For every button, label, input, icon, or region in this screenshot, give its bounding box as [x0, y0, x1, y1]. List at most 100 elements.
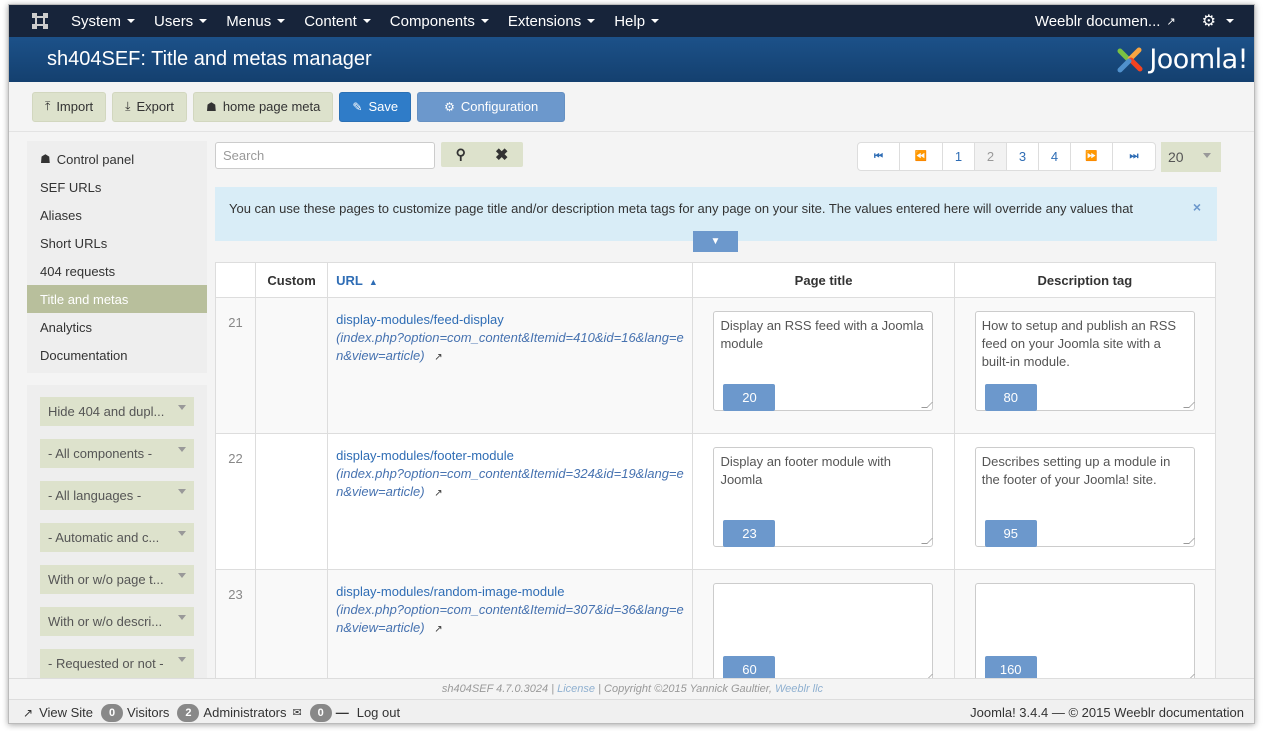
- visitors-count-badge: 0: [101, 703, 124, 722]
- resize-handle[interactable]: [921, 402, 934, 408]
- dropdown-arrow-icon: [178, 573, 186, 578]
- list-limit-select[interactable]: 20: [1161, 142, 1221, 172]
- top-navbar: System Users Menus Content Components Ex…: [9, 5, 1254, 37]
- menu-content[interactable]: Content: [304, 13, 371, 30]
- page-3-button[interactable]: 3: [1007, 143, 1039, 170]
- search-icon[interactable]: ⚲: [456, 146, 466, 163]
- header-url[interactable]: URL ▲: [327, 262, 694, 298]
- row-number: 21: [214, 297, 257, 434]
- menu-help[interactable]: Help: [614, 13, 660, 30]
- filter-components-select[interactable]: - All components -: [40, 439, 194, 468]
- external-link-icon: ↗: [1166, 15, 1176, 28]
- admins-label: Administrators: [203, 705, 287, 720]
- first-page-button[interactable]: ⏮: [858, 143, 900, 170]
- search-bar: Search ⚲ ✖ ⏮ ⏪ 1 2 3 4 ⏩ ⏭ 20: [215, 141, 1221, 172]
- resize-handle[interactable]: [1182, 538, 1195, 544]
- row-url: display-modules/footer-module (index.php…: [327, 433, 694, 570]
- page-2-button[interactable]: 2: [975, 143, 1007, 170]
- previous-page-button[interactable]: ⏪: [900, 143, 943, 170]
- view-site-link[interactable]: ↗ View Site: [23, 705, 93, 720]
- resize-handle[interactable]: [1182, 402, 1195, 408]
- page-1-button[interactable]: 1: [943, 143, 975, 170]
- joomla-logo-icon[interactable]: [31, 12, 49, 30]
- next-page-icon: ⏩: [1085, 151, 1098, 162]
- logout-link[interactable]: — Log out: [336, 705, 400, 720]
- search-input[interactable]: Search: [215, 142, 435, 169]
- page-4-button[interactable]: 4: [1039, 143, 1071, 170]
- messages-count-badge[interactable]: 0: [309, 703, 332, 722]
- non-sef-url: (index.php?option=com_content&Itemid=307…: [336, 602, 684, 635]
- sef-url-link[interactable]: display-modules/feed-display: [336, 311, 684, 329]
- external-link-icon[interactable]: ↗: [434, 488, 442, 499]
- description-textarea[interactable]: How to setup and publish an RSS feed on …: [974, 311, 1195, 411]
- page-header: sh404SEF: Title and metas manager Joomla…: [9, 37, 1254, 82]
- char-count-badge: 20: [723, 384, 776, 411]
- page-title-textarea[interactable]: Display an footer module with Joomla 23: [713, 447, 934, 547]
- joomla-brand-logo: Joomla!: [1115, 44, 1248, 75]
- save-button[interactable]: ✎ Save: [339, 91, 412, 122]
- caret-down-icon: [127, 19, 136, 23]
- clear-search-icon[interactable]: ✖: [495, 145, 508, 165]
- sidebar-item-404-requests[interactable]: 404 requests: [27, 257, 207, 285]
- filter-requested-select[interactable]: - Requested or not -: [40, 649, 194, 678]
- gear-icon: ⚙: [444, 99, 455, 114]
- sidebar-item-aliases[interactable]: Aliases: [27, 201, 207, 229]
- menu-users[interactable]: Users: [154, 13, 208, 30]
- export-button[interactable]: ⤓ Export: [112, 91, 188, 122]
- sef-url-link[interactable]: display-modules/footer-module: [336, 447, 684, 465]
- menu-menus[interactable]: Menus: [226, 13, 286, 30]
- filter-duplicates-select[interactable]: Hide 404 and dupl...: [40, 397, 194, 426]
- filter-url-type-select[interactable]: - Automatic and c...: [40, 523, 194, 552]
- settings-menu[interactable]: ⚙: [1202, 11, 1234, 31]
- menu-system[interactable]: System: [71, 13, 136, 30]
- menu-extensions[interactable]: Extensions: [508, 13, 596, 30]
- joomla-logo-icon: [1117, 47, 1143, 72]
- external-link-icon[interactable]: ↗: [434, 624, 442, 635]
- license-link[interactable]: License: [557, 683, 595, 695]
- external-link-icon: ↗: [23, 705, 34, 720]
- header-custom[interactable]: Custom: [255, 262, 329, 298]
- menu-components[interactable]: Components: [390, 13, 489, 30]
- caret-down-icon: [277, 19, 286, 23]
- home-icon: ☗: [206, 99, 217, 114]
- sef-url-link[interactable]: display-modules/random-image-module: [336, 583, 684, 601]
- next-page-button[interactable]: ⏩: [1071, 143, 1113, 170]
- non-sef-url: (index.php?option=com_content&Itemid=324…: [336, 466, 684, 499]
- sidebar-item-title-and-metas[interactable]: Title and metas: [27, 285, 207, 313]
- last-page-button[interactable]: ⏭: [1113, 143, 1155, 170]
- caret-down-icon: [1226, 19, 1234, 23]
- home-page-meta-button[interactable]: ☗ home page meta: [193, 91, 334, 122]
- sidebar-item-documentation[interactable]: Documentation: [27, 341, 207, 369]
- close-icon[interactable]: ×: [1193, 199, 1201, 215]
- sidebar: ☗ Control panel SEF URLs Aliases Short UR…: [27, 141, 207, 685]
- external-link-icon[interactable]: ↗: [434, 352, 442, 363]
- import-button[interactable]: ⤒ Import: [32, 91, 107, 122]
- resize-handle[interactable]: [921, 538, 934, 544]
- info-alert: You can use these pages to customize pag…: [215, 187, 1217, 252]
- filter-languages-select[interactable]: - All languages -: [40, 481, 194, 510]
- page-title-textarea[interactable]: Display an RSS feed with a Joomla module…: [713, 311, 934, 411]
- site-link[interactable]: Weeblr documen... ↗: [1035, 13, 1176, 30]
- configuration-button[interactable]: ⚙ Configuration: [417, 91, 566, 122]
- sidebar-item-sef-urls[interactable]: SEF URLs: [27, 173, 207, 201]
- row-description: Describes setting up a module in the foo…: [953, 433, 1217, 570]
- row-description: How to setup and publish an RSS feed on …: [953, 297, 1217, 434]
- sidebar-item-analytics[interactable]: Analytics: [27, 313, 207, 341]
- main-content: Search ⚲ ✖ ⏮ ⏪ 1 2 3 4 ⏩ ⏭ 20 You can us…: [214, 141, 1221, 706]
- caret-down-icon: [651, 19, 660, 23]
- caret-down-icon: [587, 19, 596, 23]
- expand-alert-button[interactable]: ▼: [693, 231, 738, 252]
- home-icon: ☗: [40, 152, 51, 166]
- sidebar-item-short-urls[interactable]: Short URLs: [27, 229, 207, 257]
- navbar-right: Weeblr documen... ↗ ⚙: [1035, 11, 1234, 31]
- company-link[interactable]: Weeblr llc: [775, 683, 823, 695]
- sidebar-item-control-panel[interactable]: ☗ Control panel: [27, 145, 207, 173]
- filter-page-title-select[interactable]: With or w/o page t...: [40, 565, 194, 594]
- filter-description-select[interactable]: With or w/o descri...: [40, 607, 194, 636]
- alert-text: You can use these pages to customize pag…: [229, 201, 1134, 216]
- page-title-textarea[interactable]: 60: [713, 583, 934, 683]
- description-textarea[interactable]: 160: [974, 583, 1195, 683]
- header-description: Description tag: [953, 262, 1217, 298]
- description-textarea[interactable]: Describes setting up a module in the foo…: [974, 447, 1195, 547]
- status-bar: ↗ View Site 0 Visitors 2 Administrators …: [9, 699, 1254, 723]
